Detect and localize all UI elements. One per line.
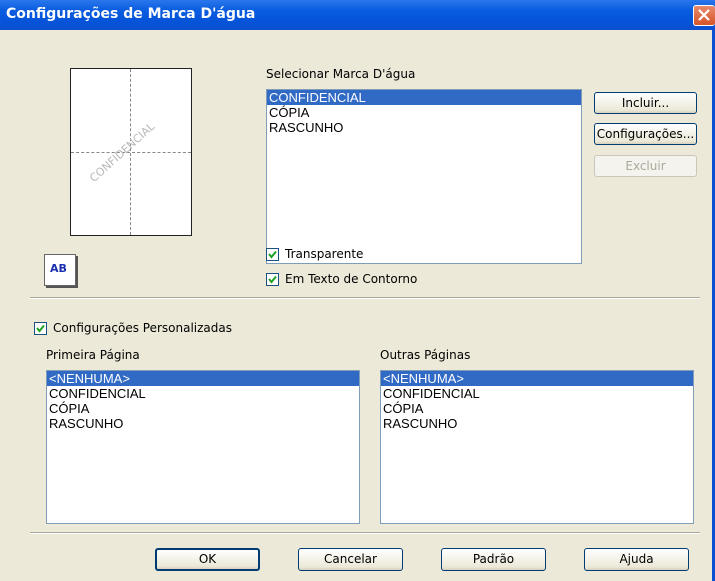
outline-text-checkbox[interactable] xyxy=(266,273,279,286)
outline-text-label[interactable]: Em Texto de Contorno xyxy=(285,272,417,286)
ok-button[interactable]: OK xyxy=(155,548,260,571)
font-style-icon-text: AB xyxy=(50,262,67,275)
font-style-icon[interactable]: AB xyxy=(44,254,76,286)
select-watermark-label: Selecionar Marca D'água xyxy=(266,67,416,81)
divider xyxy=(30,532,700,534)
watermark-list-item[interactable]: CONFIDENCIAL xyxy=(267,90,581,105)
add-button[interactable]: Incluir... xyxy=(594,92,697,114)
dialog-body: CONFIDENCIAL AB Selecionar Marca D'água … xyxy=(0,30,715,581)
custom-settings-checkbox[interactable] xyxy=(34,322,47,335)
delete-button[interactable]: Excluir xyxy=(594,155,697,177)
other-pages-list-item[interactable]: RASCUNHO xyxy=(381,416,693,431)
first-page-label: Primeira Página xyxy=(46,348,140,362)
first-page-list-item[interactable]: CÓPIA xyxy=(47,401,359,416)
other-pages-list-item[interactable]: CONFIDENCIAL xyxy=(381,386,693,401)
watermark-list-item[interactable]: RASCUNHO xyxy=(267,120,581,135)
checkmark-icon xyxy=(268,275,277,284)
watermark-list-item[interactable]: CÓPIA xyxy=(267,105,581,120)
custom-settings-label[interactable]: Configurações Personalizadas xyxy=(53,321,232,335)
watermark-listbox[interactable]: CONFIDENCIAL CÓPIA RASCUNHO xyxy=(266,89,582,264)
title-bar[interactable]: Configurações de Marca D'água xyxy=(0,0,715,30)
other-pages-label: Outras Páginas xyxy=(380,348,471,362)
page-preview: CONFIDENCIAL xyxy=(70,68,192,236)
close-button[interactable] xyxy=(693,5,715,26)
help-button[interactable]: Ajuda xyxy=(584,548,689,571)
other-pages-list-item[interactable]: <NENHUMA> xyxy=(381,371,693,386)
first-page-list-item[interactable]: CONFIDENCIAL xyxy=(47,386,359,401)
transparent-checkbox[interactable] xyxy=(266,248,279,261)
first-page-list-item[interactable]: <NENHUMA> xyxy=(47,371,359,386)
other-pages-list-item[interactable]: CÓPIA xyxy=(381,401,693,416)
other-pages-listbox[interactable]: <NENHUMA> CONFIDENCIAL CÓPIA RASCUNHO xyxy=(380,370,694,524)
window-title: Configurações de Marca D'água xyxy=(6,6,256,22)
cancel-button[interactable]: Cancelar xyxy=(298,548,403,571)
checkmark-icon xyxy=(268,250,277,259)
settings-button[interactable]: Configurações... xyxy=(594,123,697,145)
checkmark-icon xyxy=(36,324,45,333)
default-button[interactable]: Padrão xyxy=(441,548,546,571)
transparent-label[interactable]: Transparente xyxy=(285,247,363,261)
first-page-list-item[interactable]: RASCUNHO xyxy=(47,416,359,431)
close-icon xyxy=(698,9,710,21)
divider xyxy=(30,297,700,299)
first-page-listbox[interactable]: <NENHUMA> CONFIDENCIAL CÓPIA RASCUNHO xyxy=(46,370,360,524)
